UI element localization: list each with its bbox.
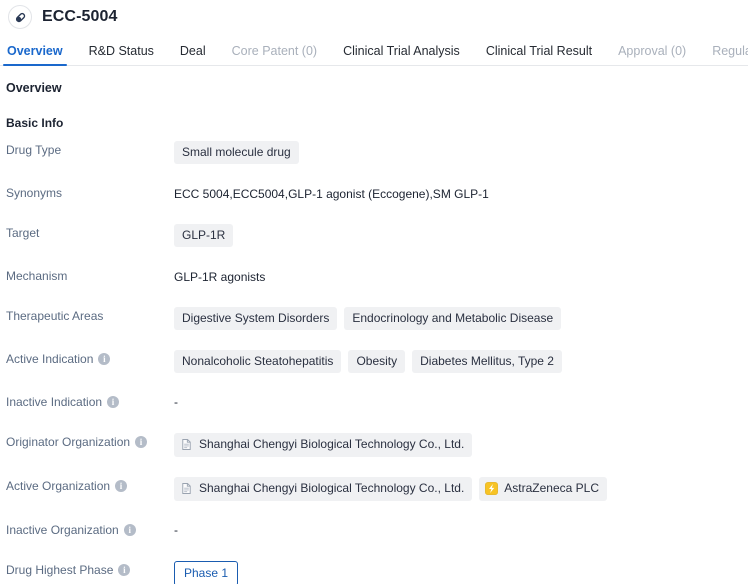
row-target: Target GLP-1R <box>6 222 748 247</box>
tab-bar: Overview R&D Status Deal Core Patent (0) Cli… <box>0 34 748 66</box>
row-drug-type: Drug Type Small molecule drug <box>6 139 748 164</box>
organization-name: AstraZeneca PLC <box>504 481 600 495</box>
row-label-synonyms: Synonyms <box>6 182 174 201</box>
info-icon[interactable]: i <box>123 523 136 536</box>
row-active-organization: Active Organization i Shanghai Chengyi Bio… <box>6 475 748 501</box>
pill-capsule-icon <box>8 5 32 29</box>
tab-approval-0: Approval (0) <box>618 43 687 58</box>
chip[interactable]: Digestive System Disorders <box>174 306 338 330</box>
row-value-target: GLP-1R <box>174 222 748 247</box>
row-value-mechanism: GLP-1R agonists <box>174 265 748 286</box>
label-text: Drug Highest Phase <box>6 562 114 577</box>
phase-chip[interactable]: Phase 1 <box>174 560 239 584</box>
row-value-therapeutic-areas: Digestive System Disorders Endocrinology … <box>174 305 748 330</box>
row-therapeutic-areas: Therapeutic Areas Digestive System Disord… <box>6 305 748 330</box>
chip[interactable]: Diabetes Mellitus, Type 2 <box>412 349 562 373</box>
document-icon <box>180 438 193 451</box>
label-text: Drug Type <box>6 142 62 157</box>
row-mechanism: Mechanism GLP-1R agonists <box>6 265 748 287</box>
astrazeneca-logo-icon <box>485 481 499 495</box>
label-text: Inactive Indication <box>6 394 103 409</box>
row-value-inactive-indication: - <box>174 391 748 411</box>
info-icon[interactable]: i <box>118 563 131 576</box>
info-icon[interactable]: i <box>98 352 111 365</box>
row-label-active-organization: Active Organization i <box>6 475 174 494</box>
organization-chip[interactable]: Shanghai Chengyi Biological Technology C… <box>174 476 473 501</box>
label-text: Active Indication <box>6 351 94 366</box>
label-text: Originator Organization <box>6 434 131 449</box>
row-label-drug-highest-phase: Drug Highest Phase i <box>6 559 174 578</box>
subsection-title: Basic Info <box>6 115 64 130</box>
tab-regulation-0: Regulation (0) <box>712 43 748 58</box>
page-title: ECC-5004 <box>42 8 118 25</box>
tab-core-patent-0: Core Patent (0) <box>231 43 318 58</box>
label-text: Inactive Organization <box>6 522 119 537</box>
row-value-originator-organization: Shanghai Chengyi Biological Technology C… <box>174 431 748 457</box>
row-value-inactive-organization: - <box>174 519 748 539</box>
tab-r-d-status[interactable]: R&D Status <box>89 44 154 66</box>
chip[interactable]: Nonalcoholic Steatohepatitis <box>174 349 342 373</box>
row-originator-organization: Originator Organization i Shanghai Chengyi… <box>6 431 748 457</box>
row-label-originator-organization: Originator Organization i <box>6 431 174 450</box>
info-icon[interactable]: i <box>115 479 128 492</box>
row-label-drug-type: Drug Type <box>6 139 174 158</box>
organization-name: Shanghai Chengyi Biological Technology C… <box>199 437 465 451</box>
row-label-active-indication: Active Indication i <box>6 348 174 367</box>
row-label-target: Target <box>6 222 174 241</box>
label-text: Active Organization <box>6 478 111 493</box>
chip[interactable]: Obesity <box>348 349 406 373</box>
chip[interactable]: Endocrinology and Metabolic Disease <box>344 306 562 330</box>
info-icon[interactable]: i <box>135 435 148 448</box>
row-active-indication: Active Indication i Nonalcoholic Steatohep… <box>6 348 748 373</box>
tab-deal[interactable]: Deal <box>180 44 206 66</box>
organization-chip[interactable]: AstraZeneca PLC <box>479 476 608 501</box>
row-synonyms: Synonyms ECC 5004,ECC5004,GLP-1 agonist (… <box>6 182 748 204</box>
drug-detail-page: ECC-5004 Overview R&D Status Deal Core Pate… <box>0 0 748 584</box>
row-label-inactive-organization: Inactive Organization i <box>6 519 174 538</box>
info-rows: Drug Type Small molecule drug Synonyms ECC … <box>6 139 748 584</box>
overview-content: Overview Basic Info Drug Type Small molec… <box>0 66 748 584</box>
tab-clinical-trial-result[interactable]: Clinical Trial Result <box>486 44 592 66</box>
empty-value: - <box>174 522 178 537</box>
row-value-drug-type: Small molecule drug <box>174 139 748 164</box>
row-label-mechanism: Mechanism <box>6 265 174 284</box>
row-inactive-indication: Inactive Indication i - <box>6 391 748 413</box>
organization-chip[interactable]: Shanghai Chengyi Biological Technology C… <box>174 432 473 457</box>
row-value-drug-highest-phase: Phase 1 <box>174 559 748 584</box>
row-value-synonyms: ECC 5004,ECC5004,GLP-1 agonist (Eccogene… <box>174 182 748 203</box>
chip[interactable]: GLP-1R <box>174 223 234 247</box>
value-text: GLP-1R agonists <box>174 269 266 284</box>
empty-value: - <box>174 394 178 409</box>
tab-clinical-trial-analysis[interactable]: Clinical Trial Analysis <box>343 44 460 66</box>
row-drug-highest-phase: Drug Highest Phase i Phase 1 <box>6 559 748 584</box>
document-icon <box>180 482 193 495</box>
info-icon[interactable]: i <box>107 395 120 408</box>
section-title: Overview <box>6 81 62 95</box>
label-text: Therapeutic Areas <box>6 308 104 323</box>
label-text: Synonyms <box>6 185 63 200</box>
page-header: ECC-5004 <box>0 0 748 34</box>
row-value-active-organization: Shanghai Chengyi Biological Technology C… <box>174 475 748 501</box>
label-text: Mechanism <box>6 268 68 283</box>
row-label-therapeutic-areas: Therapeutic Areas <box>6 305 174 324</box>
organization-name: Shanghai Chengyi Biological Technology C… <box>199 481 465 495</box>
chip[interactable]: Small molecule drug <box>174 140 299 164</box>
row-inactive-organization: Inactive Organization i - <box>6 519 748 541</box>
label-text: Target <box>6 225 40 240</box>
tab-overview[interactable]: Overview <box>3 44 67 66</box>
row-value-active-indication: Nonalcoholic Steatohepatitis Obesity Diabe… <box>174 348 748 373</box>
row-label-inactive-indication: Inactive Indication i <box>6 391 174 410</box>
value-text: ECC 5004,ECC5004,GLP-1 agonist (Eccogene… <box>174 186 489 201</box>
